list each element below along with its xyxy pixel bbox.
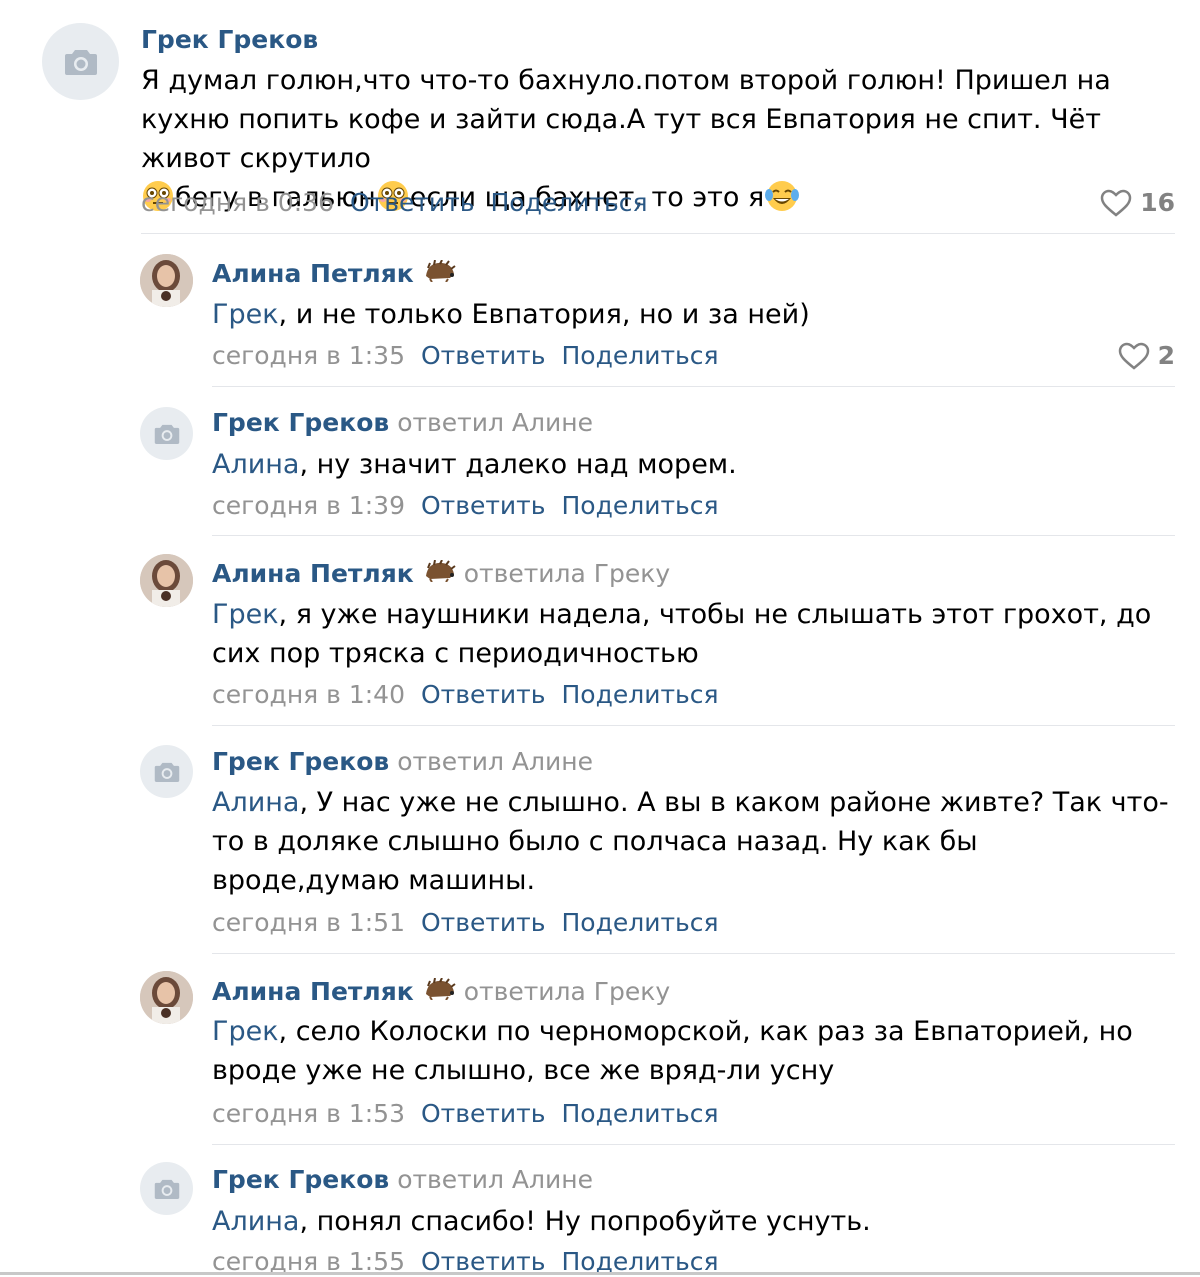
share-button[interactable]: Поделиться xyxy=(561,1099,718,1128)
comment-body: , и не только Евпатория, но и за ней) xyxy=(278,299,810,330)
comment: Алина Петляк ответила Греку Грек, я уже … xyxy=(0,536,1200,726)
reply-to-label[interactable]: ответил Алине xyxy=(397,408,593,438)
comment-text: Алина, У нас уже не слышно. А вы в каком… xyxy=(212,783,1172,900)
avatar[interactable] xyxy=(140,254,193,307)
hedgehog-emoji xyxy=(422,259,456,289)
heart-outline-icon xyxy=(1100,189,1132,217)
comment: Грек Греков ответил Алине Алина, понял с… xyxy=(0,1145,1200,1276)
comment-text: Грек, село Колоски по черноморской, как … xyxy=(212,1012,1172,1090)
tears-of-joy-emoji xyxy=(764,180,800,223)
comment-meta: сегодня в 0:36 Ответить Поделиться xyxy=(141,188,648,218)
mention-link[interactable]: Грек xyxy=(212,1016,279,1047)
share-button[interactable]: Поделиться xyxy=(490,188,647,217)
avatar[interactable] xyxy=(140,554,193,607)
hedgehog-emoji xyxy=(422,977,456,1007)
share-button[interactable]: Поделиться xyxy=(561,680,718,709)
avatar[interactable] xyxy=(42,23,119,100)
comment-text: Алина, ну значит далеко над морем. xyxy=(212,445,1172,484)
comment: Алина Петляк ответила Греку Грек, село К… xyxy=(0,955,1200,1145)
reply-button[interactable]: Ответить xyxy=(421,908,545,937)
comment: Грек Греков ответил Алине Алина, ну знач… xyxy=(0,387,1200,536)
share-button[interactable]: Поделиться xyxy=(561,491,718,520)
author-name[interactable]: Грек Греков xyxy=(212,747,389,777)
reply-to-label[interactable]: ответила Греку xyxy=(464,559,670,589)
share-button[interactable]: Поделиться xyxy=(561,341,718,370)
comment: Грек Греков ответил Алине Алина, У нас у… xyxy=(0,726,1200,954)
timestamp[interactable]: сегодня в 1:35 xyxy=(212,341,405,370)
reply-to-label[interactable]: ответил Алине xyxy=(397,1165,593,1195)
mention-link[interactable]: Алина xyxy=(212,787,299,818)
author-name[interactable]: Грек Греков xyxy=(141,25,318,55)
reply-to-label[interactable]: ответил Алине xyxy=(397,747,593,777)
comment-body: , понял спасибо! Ну попробуйте уснуть. xyxy=(299,1206,871,1237)
like-button[interactable]: 16 xyxy=(1100,188,1175,218)
author-name[interactable]: Грек Греков xyxy=(212,1165,389,1195)
avatar[interactable] xyxy=(140,745,193,798)
reply-button[interactable]: Ответить xyxy=(421,491,545,520)
camera-icon xyxy=(154,762,179,782)
comment-text: Алина, понял спасибо! Ну попробуйте усну… xyxy=(212,1202,1172,1241)
comment-header: Грек Греков ответил Алине xyxy=(212,1165,593,1195)
author-name[interactable]: Алина Петляк xyxy=(212,559,414,589)
avatar[interactable] xyxy=(140,407,193,460)
share-button[interactable]: Поделиться xyxy=(561,908,718,937)
reply-button[interactable]: Ответить xyxy=(421,341,545,370)
timestamp[interactable]: сегодня в 0:36 xyxy=(141,188,334,217)
comment-meta: сегодня в 1:40 Ответить Поделиться xyxy=(212,680,719,710)
heart-outline-icon xyxy=(1118,342,1149,370)
comment-meta: сегодня в 1:51 Ответить Поделиться xyxy=(212,908,719,938)
like-count: 16 xyxy=(1140,188,1175,217)
profile-photo xyxy=(140,971,193,1024)
mention-link[interactable]: Алина xyxy=(212,449,299,480)
mention-link[interactable]: Алина xyxy=(212,1206,299,1237)
comment-body: , ну значит далеко над морем. xyxy=(299,449,737,480)
author-name[interactable]: Алина Петляк xyxy=(212,259,414,289)
author-name[interactable]: Алина Петляк xyxy=(212,977,414,1007)
profile-photo xyxy=(140,554,193,607)
comment-meta: сегодня в 1:53 Ответить Поделиться xyxy=(212,1099,719,1129)
avatar[interactable] xyxy=(140,1162,193,1215)
timestamp[interactable]: сегодня в 1:39 xyxy=(212,491,405,520)
avatar[interactable] xyxy=(140,971,193,1024)
author-name[interactable]: Грек Греков xyxy=(212,408,389,438)
mention-link[interactable]: Грек xyxy=(212,299,279,330)
comment-text: Грек, и не только Евпатория, но и за ней… xyxy=(212,295,1172,334)
camera-icon xyxy=(154,1179,179,1199)
comment: Грек Греков Я думал голюн,что что-то бах… xyxy=(0,0,1200,234)
mention-link[interactable]: Грек xyxy=(212,599,279,630)
reply-to-label[interactable]: ответила Греку xyxy=(464,977,670,1007)
reply-button[interactable]: Ответить xyxy=(421,1099,545,1128)
profile-photo xyxy=(140,254,193,307)
comment-body: , я уже наушники надела, чтобы не слышат… xyxy=(212,599,1152,669)
comment-header: Алина Петляк ответила Греку xyxy=(212,977,670,1007)
comment-body: , село Колоски по черноморской, как раз … xyxy=(212,1016,1133,1086)
comment-header: Грек Греков ответил Алине xyxy=(212,408,593,438)
divider xyxy=(212,953,1175,954)
comment-body: Я думал голюн,что что-то бахнуло.потом в… xyxy=(141,65,1111,174)
comment-header: Грек Греков ответил Алине xyxy=(212,747,593,777)
camera-icon xyxy=(154,424,179,444)
reply-button[interactable]: Ответить xyxy=(350,188,474,217)
comment-header: Алина Петляк xyxy=(212,259,456,289)
like-count: 2 xyxy=(1157,341,1175,370)
comment-header: Грек Греков xyxy=(141,25,318,55)
reply-button[interactable]: Ответить xyxy=(421,680,545,709)
comment-meta: сегодня в 1:35 Ответить Поделиться xyxy=(212,341,719,371)
comment-body: , У нас уже не слышно. А вы в каком райо… xyxy=(212,787,1169,896)
comment-meta: сегодня в 1:39 Ответить Поделиться xyxy=(212,491,719,521)
comment-header: Алина Петляк ответила Греку xyxy=(212,559,670,589)
comment: Алина Петляк Грек, и не только Евпатория… xyxy=(0,234,1200,387)
timestamp[interactable]: сегодня в 1:51 xyxy=(212,908,405,937)
hedgehog-emoji xyxy=(422,559,456,589)
camera-icon xyxy=(64,49,97,75)
comment-text: Грек, я уже наушники надела, чтобы не сл… xyxy=(212,595,1172,673)
timestamp[interactable]: сегодня в 1:40 xyxy=(212,680,405,709)
like-button[interactable]: 2 xyxy=(1118,341,1175,371)
timestamp[interactable]: сегодня в 1:53 xyxy=(212,1099,405,1128)
comment-thread: Грек Греков Я думал голюн,что что-то бах… xyxy=(0,0,1200,1276)
